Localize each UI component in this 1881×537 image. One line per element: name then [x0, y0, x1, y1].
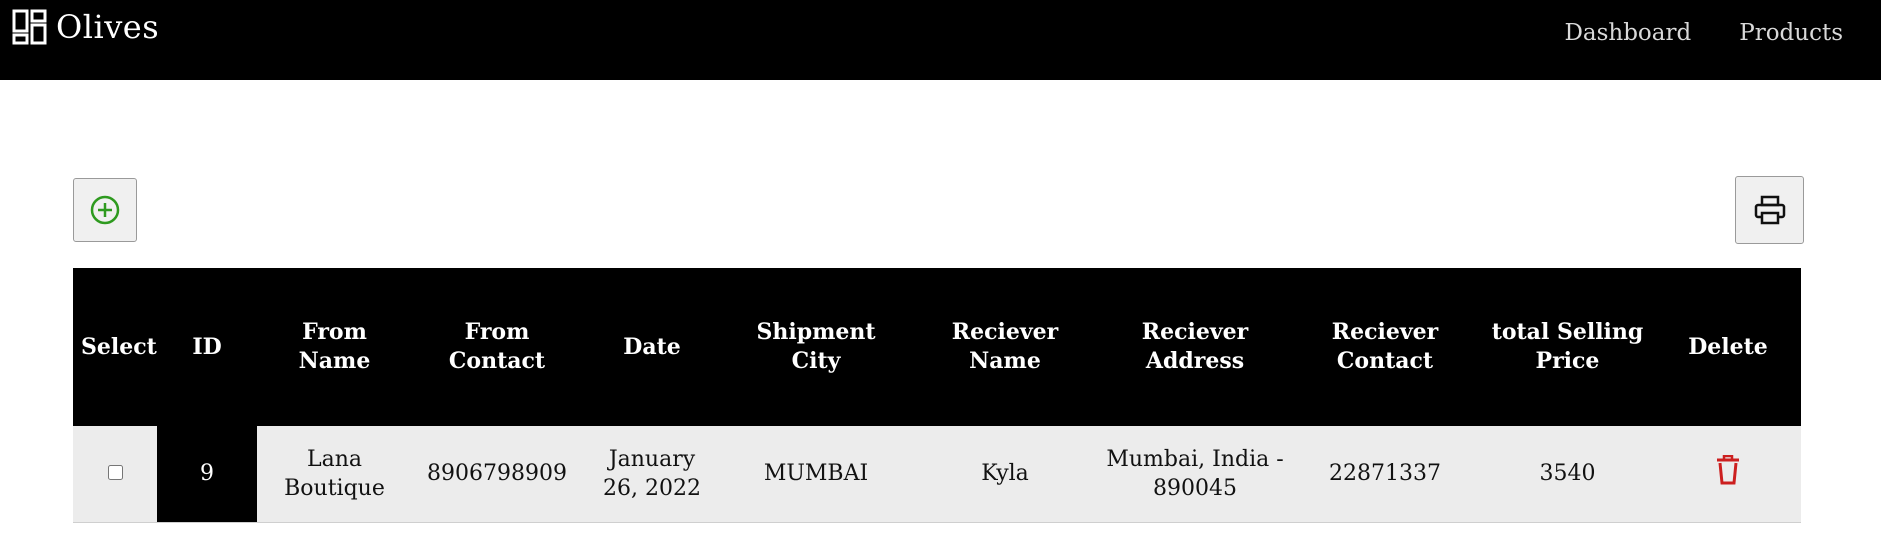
trash-icon — [1717, 454, 1739, 485]
nav-dashboard-link[interactable]: Dashboard — [1564, 20, 1691, 46]
header-receiver-contact[interactable]: Reciever Contact — [1290, 268, 1480, 426]
table-row[interactable]: 9 Lana Boutique 8906798909 January 26, 2… — [73, 426, 1801, 522]
printer-icon — [1754, 195, 1785, 225]
shipment-city-cell: MUMBAI — [763, 461, 869, 487]
table-header-row: Select ID From Name From Contact Date Sh… — [73, 268, 1801, 426]
from-name-cell: Lana Boutique — [284, 446, 385, 501]
receiver-name-cell: Kyla — [981, 461, 1029, 487]
header-total-selling-price[interactable]: total Selling Price — [1480, 268, 1655, 426]
date-cell: January 26, 2022 — [603, 446, 701, 501]
brand-name: Olives — [56, 8, 160, 46]
header-shipment-city[interactable]: Shipment City — [722, 268, 910, 426]
dashboard-grid-icon — [12, 9, 47, 45]
header-delete: Delete — [1688, 333, 1768, 360]
add-shipment-button[interactable] — [73, 178, 137, 242]
header-receiver-address[interactable]: Reciever Address — [1100, 268, 1290, 426]
from-contact-cell: 8906798909 — [427, 461, 567, 487]
print-button[interactable] — [1735, 176, 1804, 244]
plus-circle-icon — [90, 195, 120, 225]
delete-row-button[interactable] — [1716, 454, 1740, 493]
header-from-contact[interactable]: From Contact — [412, 268, 582, 426]
select-cell — [73, 426, 157, 522]
brand[interactable]: Olives — [12, 8, 159, 46]
nav-products-link[interactable]: Products — [1739, 20, 1843, 46]
header-receiver-name[interactable]: Reciever Name — [910, 268, 1100, 426]
shipments-table: Select ID From Name From Contact Date Sh… — [73, 268, 1801, 523]
header-select: Select — [81, 333, 157, 360]
receiver-address-cell: Mumbai, India - 890045 — [1106, 446, 1284, 501]
top-navbar: Olives Dashboard Products — [0, 0, 1881, 80]
id-cell: 9 — [157, 426, 257, 522]
nav-links: Dashboard Products — [1564, 20, 1843, 46]
delete-cell — [1655, 426, 1801, 522]
receiver-contact-cell: 22871337 — [1329, 461, 1441, 487]
header-date[interactable]: Date — [582, 268, 722, 426]
total-selling-price-cell: 3540 — [1539, 461, 1596, 487]
shipments-table-container: Select ID From Name From Contact Date Sh… — [73, 268, 1801, 523]
row-select-checkbox[interactable] — [107, 465, 123, 481]
header-id[interactable]: ID — [157, 268, 257, 426]
header-from-name[interactable]: From Name — [257, 268, 412, 426]
